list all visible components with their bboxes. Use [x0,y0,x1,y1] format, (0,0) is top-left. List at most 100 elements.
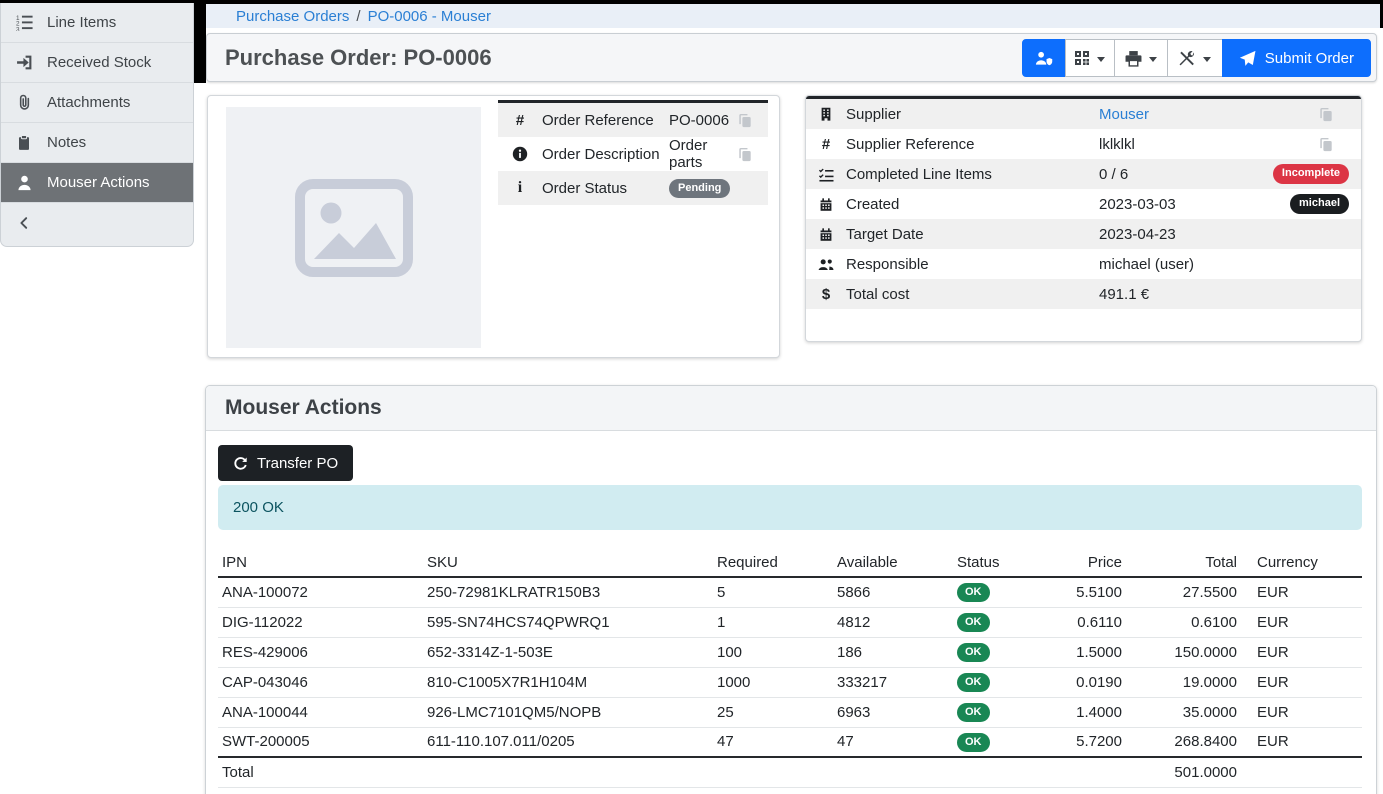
cell-price: 5.7200 [1038,727,1128,757]
cell-required: 1000 [713,667,833,697]
submit-order-label: Submit Order [1265,50,1354,67]
supplier-details-table: Supplier Mouser # Supplier Reference lkl… [806,96,1361,339]
cell-status: OK [953,637,1038,667]
response-alert: 200 OK [218,485,1362,530]
part-row: CAP-043046810-C1005X7R1H104M1000333217OK… [218,667,1362,697]
copy-icon[interactable] [738,113,768,128]
status-ok-badge: OK [957,613,990,632]
cell-status: OK [953,577,1038,607]
cell-sku: 595-SN74HCS74QPWRQ1 [423,607,713,637]
cell-sku: 611-110.107.011/0205 [423,727,713,757]
cell-currency: EUR [1243,667,1362,697]
status-ok-badge: OK [957,673,990,692]
cell-total: 19.0000 [1128,667,1243,697]
transfer-po-label: Transfer PO [257,455,338,472]
detail-label: Total cost [846,286,1099,303]
detail-row-order-description: Order Description Order parts [498,137,768,171]
cell-total: 150.0000 [1128,637,1243,667]
users-icon [806,257,846,272]
copy-icon[interactable] [738,147,768,162]
cell-sku: 810-C1005X7R1H104M [423,667,713,697]
submit-order-button[interactable]: Submit Order [1222,39,1371,77]
total-value: 501.0000 [1128,757,1243,787]
transfer-po-button[interactable]: Transfer PO [218,445,353,481]
qr-code-icon [1074,50,1090,66]
rotate-right-icon [233,456,248,471]
detail-row-order-status: i Order Status Pending [498,171,768,205]
cell-ipn: RES-429006 [218,637,423,667]
print-actions-button[interactable] [1114,39,1168,77]
chevron-left-icon [1,216,47,230]
cell-price: 1.5000 [1038,637,1128,667]
sidebar-item-label: Notes [47,134,86,151]
order-actions-button[interactable] [1167,39,1223,77]
cell-ipn: DIG-112022 [218,607,423,637]
chevron-down-icon [1203,57,1211,62]
calendar-icon [806,227,846,242]
column-header-total: Total [1128,549,1243,577]
detail-label: Target Date [846,226,1099,243]
status-ok-badge: OK [957,643,990,662]
panel-title: Mouser Actions [225,396,382,420]
detail-value: 0 / 6 [1099,166,1273,183]
detail-row-supplier: Supplier Mouser [806,99,1361,129]
cell-required: 1 [713,607,833,637]
parts-table-header-row: IPNSKURequiredAvailableStatusPriceTotalC… [218,549,1362,577]
cell-required: 47 [713,727,833,757]
admin-button[interactable] [1022,39,1066,77]
detail-value: 2023-04-23 [1099,226,1349,243]
detail-row-target-date: Target Date 2023-04-23 [806,219,1361,249]
detail-value: lklklkl [1099,136,1319,153]
sidebar-item-mouser-actions[interactable]: Mouser Actions [1,163,193,203]
detail-label: Supplier [846,106,1099,123]
header-toolbar: Submit Order [1022,39,1371,77]
cell-currency: EUR [1243,637,1362,667]
order-image-placeholder[interactable] [226,107,481,348]
detail-label: Completed Line Items [846,166,1099,183]
chevron-down-icon [1097,57,1105,62]
sidebar-item-attachments[interactable]: Attachments [1,83,193,123]
image-icon [293,178,415,278]
list-check-icon [806,167,846,182]
supplier-link[interactable]: Mouser [1099,106,1149,123]
sidebar-item-line-items[interactable]: 123 Line Items [1,3,193,43]
part-row: ANA-100072250-72981KLRATR150B355866OK5.5… [218,577,1362,607]
dollar-icon: $ [806,286,846,303]
detail-label: Order Reference [542,112,669,129]
status-ok-badge: OK [957,703,990,722]
cell-total: 0.6100 [1128,607,1243,637]
cell-required: 100 [713,637,833,667]
cell-status: OK [953,697,1038,727]
detail-row-completed-line-items: Completed Line Items 0 / 6 Incomplete [806,159,1361,189]
detail-value: Order parts [669,137,738,171]
cell-price: 5.5100 [1038,577,1128,607]
sidebar-item-notes[interactable]: Notes [1,123,193,163]
left-gutter [194,0,206,83]
user-badge: michael [1290,194,1349,213]
detail-value: 491.1 € [1099,286,1349,303]
barcode-actions-button[interactable] [1065,39,1115,77]
detail-row-total-cost: $ Total cost 491.1 € [806,279,1361,309]
calendar-icon [806,197,846,212]
order-details-table: # Order Reference PO-0006 Order Descript… [498,100,768,205]
incomplete-badge: Incomplete [1273,164,1349,183]
column-header-currency: Currency [1243,549,1362,577]
cell-currency: EUR [1243,577,1362,607]
cell-available: 186 [833,637,953,667]
copy-icon[interactable] [1319,107,1349,122]
breadcrumb-link-purchase-orders[interactable]: Purchase Orders [236,8,349,25]
cell-status: OK [953,607,1038,637]
chevron-down-icon [1149,57,1157,62]
sign-in-icon [1,54,47,71]
cell-total: 27.5500 [1128,577,1243,607]
total-label: Total [218,757,423,787]
cell-status: OK [953,667,1038,697]
sidebar: 123 Line Items Received Stock Attachment… [0,3,194,247]
copy-icon[interactable] [1319,137,1349,152]
sidebar-item-received-stock[interactable]: Received Stock [1,43,193,83]
info-circle-icon [498,146,542,162]
sidebar-collapse-button[interactable] [1,203,193,243]
cell-currency: EUR [1243,727,1362,757]
breadcrumb-current[interactable]: PO-0006 - Mouser [368,8,491,25]
alert-text: 200 OK [233,499,284,516]
